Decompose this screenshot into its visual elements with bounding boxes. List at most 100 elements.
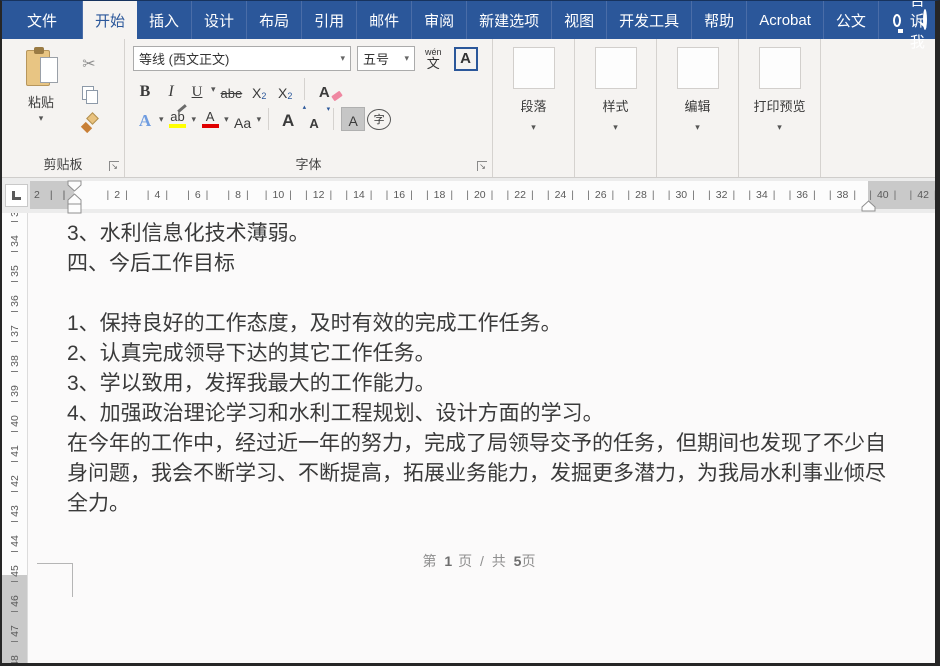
highlight-dropdown-icon[interactable]: ▾ [192,115,197,124]
document-text-area[interactable]: 3、水利信息化技术薄弱。 四、今后工作目标 1、保持良好的工作态度，及时有效的完… [28,213,935,519]
ribbon-tab[interactable]: 开始 [83,1,137,39]
change-case-dropdown-icon[interactable]: ▾ [257,115,262,124]
horizontal-ruler: 2|| | 2 | | 4 | | [30,181,935,209]
font-dialog-launcher-icon[interactable]: ↘ [477,161,487,171]
font-name-value: 等线 (西文正文) [139,49,229,68]
ruler-number: 39 [2,369,27,399]
underline-button[interactable]: U [185,77,209,101]
cut-button[interactable]: ✂ [76,53,102,75]
font-color-red-bar [202,124,219,128]
search-icon[interactable] [923,11,940,31]
paragraph: 4、加强政治理论学习和水利工程规划、设计方面的学习。 [67,399,893,429]
clipboard-group: 粘贴 ▾ ✂ 剪贴板 ↘ [2,39,125,177]
document-page[interactable]: 3、水利信息化技术薄弱。 四、今后工作目标 1、保持良好的工作态度，及时有效的完… [28,213,935,666]
left-indent-marker[interactable] [67,180,82,216]
font-name-combobox[interactable]: 等线 (西文正文) ▾ [133,46,351,71]
ribbon-tab[interactable]: 邮件 [357,1,412,39]
ribbon-group-button[interactable]: 编辑 ▾ [657,39,739,177]
clear-formatting-button[interactable]: A [312,77,336,101]
paragraph [67,279,893,309]
text-effects-button[interactable]: A [133,107,157,131]
ruler-number: | 42 | [903,181,940,209]
ribbon-tab[interactable]: 开发工具 [607,1,692,39]
ruler-number: | 24 | [540,181,580,209]
chevron-down-icon: ▾ [531,123,536,132]
shrink-font-button[interactable]: A▾ [302,107,326,131]
text-effects-dropdown-icon[interactable]: ▾ [159,115,164,124]
text-boundary-corner-mark [37,563,73,597]
ruler-number: 43 [2,489,27,519]
ribbon-group-button[interactable]: 打印预览 ▾ [739,39,821,177]
ruler-number: | 4 | [137,181,177,209]
eraser-icon [331,91,343,102]
ruler-number: 44 [2,519,27,549]
ribbon-tab[interactable]: 设计 [192,1,247,39]
ribbon-tab[interactable]: 布局 [247,1,302,39]
font-color-button[interactable]: A [198,107,222,131]
paste-dropdown-icon[interactable]: ▾ [39,114,44,123]
clipboard-dialog-launcher-icon[interactable]: ↘ [109,161,119,171]
character-shading-button[interactable]: A [341,107,365,131]
subscript-button[interactable]: X2 [247,77,271,101]
ruler-number: | 20 | [460,181,500,209]
scissors-icon: ✂ [82,54,95,74]
ruler-row: 2|| | 2 | | 4 | | [2,178,935,213]
italic-button[interactable]: I [159,77,183,101]
paste-button[interactable]: 粘贴 ▾ [12,47,70,155]
ribbon-group-button[interactable]: 样式 ▾ [575,39,657,177]
ribbon-tab[interactable]: 插入 [137,1,192,39]
font-color-dropdown-icon[interactable]: ▾ [224,115,229,124]
paste-clipboard-icon [24,47,58,89]
ribbon-tab[interactable]: 审阅 [412,1,467,39]
ribbon-tab[interactable]: 公文 [824,1,879,39]
ribbon-group-button[interactable]: 段落 ▾ [493,39,575,177]
ribbon-tab-bar: 文件 开始 插入 设计 布局 引用 [2,1,935,39]
vertical-ruler: 33 34 35 36 [2,213,28,666]
ribbon-tab[interactable]: 帮助 [692,1,747,39]
bold-button[interactable]: B [133,77,157,101]
grow-font-button[interactable]: A▴ [276,107,300,131]
page-number-footer: 第 1 页 / 共 5页 [67,551,893,571]
character-border-button[interactable]: A [454,47,478,71]
ribbon-tab[interactable]: 新建选项 [467,1,552,39]
strikethrough-button[interactable]: abe [218,77,246,101]
chevron-down-icon: ▾ [695,123,700,132]
chevron-down-icon: ▾ [777,123,782,132]
format-painter-button[interactable] [76,113,102,135]
ruler-number: | 26 | [581,181,621,209]
ribbon-tab[interactable]: 视图 [552,1,607,39]
copy-button[interactable] [76,83,102,105]
ruler-number: | 36 | [782,181,822,209]
right-indent-marker[interactable] [861,200,876,212]
clipboard-group-label: 剪贴板 [2,154,124,173]
tab-stop-selector[interactable] [5,184,28,207]
phonetic-guide-button[interactable]: wén 文 [425,48,442,70]
font-size-value: 五号 [363,49,389,68]
ruler-number: 41 [2,429,27,459]
underline-dropdown-icon[interactable]: ▾ [211,85,216,94]
paragraph: 3、水利信息化技术薄弱。 [67,219,893,249]
group-icon-box [513,47,555,89]
change-case-button[interactable]: Aa [231,107,255,131]
group-icon-box [759,47,801,89]
ruler-number: | 18 | [419,181,459,209]
ruler-number: 38 [2,339,27,369]
font-group-label: 字体 [125,154,492,173]
copy-icon [82,86,96,102]
ribbon-tab[interactable]: 引用 [302,1,357,39]
format-painter-icon [80,115,98,133]
superscript-button[interactable]: X2 [273,77,297,101]
ruler-number: | 16 | [379,181,419,209]
ruler-number: | 14 | [339,181,379,209]
ruler-number: | 34 | [742,181,782,209]
ribbon-tab[interactable]: Acrobat [747,1,824,39]
enclose-characters-button[interactable]: 字 [367,109,391,130]
ruler-number: | 32 | [701,181,741,209]
highlight-color-button[interactable]: ab [166,107,190,131]
word-window: 文件 开始 插入 设计 布局 引用 [0,0,940,666]
ruler-number: 35 [2,249,27,279]
ribbon-tab[interactable]: 文件 [2,1,83,39]
font-size-combobox[interactable]: 五号 ▾ [357,46,415,71]
ribbon: 粘贴 ▾ ✂ 剪贴板 ↘ 等线 (西文正文) ▾ 五号 ▾ [2,39,935,178]
ruler-number: | 6 | [178,181,218,209]
